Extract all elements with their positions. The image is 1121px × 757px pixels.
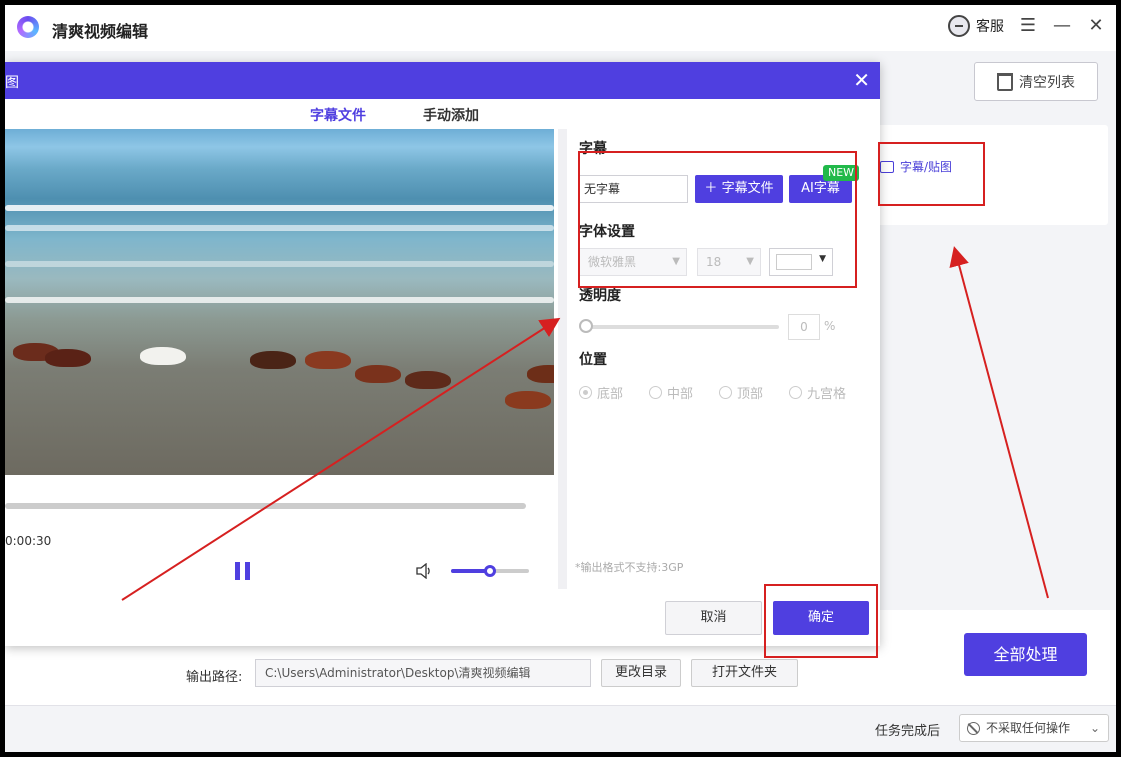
dialog-title: 图	[5, 75, 19, 91]
video-player: 0:00:30	[5, 129, 558, 589]
footer-bar	[5, 705, 1116, 752]
radio-label: 底部	[597, 387, 624, 402]
cancel-button[interactable]: 取消	[665, 601, 762, 635]
after-task-label: 任务完成后	[875, 724, 941, 739]
annotation-box-subtitle-settings	[578, 151, 857, 288]
clear-list-label: 清空列表	[1019, 74, 1075, 91]
output-path-label: 输出路径:	[186, 670, 243, 685]
tab-subtitle-file[interactable]: 字幕文件	[310, 105, 366, 125]
minimize-icon[interactable]: —	[1052, 16, 1072, 36]
trash-icon	[997, 72, 1013, 91]
process-all-button[interactable]: 全部处理	[964, 633, 1087, 676]
opacity-slider[interactable]	[585, 325, 779, 329]
radio-icon	[579, 386, 592, 399]
subtitle-dialog: 图 ✕ 字幕文件 手动添加 0:00:30 字幕 无字幕 ＋ 字幕文件 AI字幕…	[5, 62, 880, 646]
after-task-select[interactable]: 不采取任何操作 ⌄	[959, 714, 1109, 742]
opacity-section-title: 透明度	[579, 288, 621, 304]
playback-time: 0:00:30	[5, 534, 52, 548]
close-icon[interactable]: ✕	[1086, 16, 1106, 36]
output-path-field[interactable]: C:\Users\Administrator\Desktop\清爽视频编辑	[255, 659, 591, 687]
volume-icon[interactable]	[415, 563, 433, 579]
opacity-input[interactable]: 0	[788, 314, 820, 340]
playback-progress-bar[interactable]	[5, 503, 526, 509]
radio-label: 中部	[667, 387, 694, 402]
position-radio-grid[interactable]: 九宫格	[789, 383, 846, 402]
change-directory-button[interactable]: 更改目录	[601, 659, 681, 687]
menu-icon[interactable]: ☰	[1018, 16, 1038, 36]
radio-icon	[649, 386, 662, 399]
position-radio-middle[interactable]: 中部	[649, 383, 693, 402]
dialog-close-icon[interactable]: ✕	[853, 68, 870, 92]
annotation-box-subtitle-link	[878, 142, 985, 206]
radio-label: 顶部	[737, 387, 764, 402]
position-radio-bottom[interactable]: 底部	[579, 383, 623, 402]
panel-divider	[558, 129, 567, 589]
clear-list-button[interactable]: 清空列表	[974, 62, 1098, 101]
radio-icon	[789, 386, 802, 399]
chevron-down-icon: ⌄	[1089, 721, 1100, 735]
video-preview	[5, 129, 554, 475]
format-note: *输出格式不支持:3GP	[575, 561, 684, 574]
position-section-title: 位置	[579, 352, 607, 368]
ban-icon	[967, 722, 980, 735]
app-logo-icon	[17, 16, 39, 38]
annotation-box-confirm	[764, 584, 878, 658]
opacity-knob[interactable]	[579, 319, 593, 333]
app-title: 清爽视频编辑	[52, 22, 149, 41]
volume-knob[interactable]	[484, 565, 496, 577]
radio-label: 九宫格	[807, 387, 847, 402]
position-radio-top[interactable]: 顶部	[719, 383, 763, 402]
customer-service-label[interactable]: 客服	[976, 16, 1004, 36]
dialog-header: 图 ✕	[5, 62, 880, 99]
open-folder-button[interactable]: 打开文件夹	[691, 659, 798, 687]
volume-slider[interactable]	[451, 565, 529, 577]
opacity-unit: %	[824, 319, 836, 333]
pause-icon[interactable]	[234, 562, 252, 580]
radio-icon	[719, 386, 732, 399]
dialog-tabs: 字幕文件 手动添加	[5, 99, 880, 129]
after-task-value: 不采取任何操作	[986, 721, 1071, 735]
tab-manual-add[interactable]: 手动添加	[423, 105, 479, 125]
title-bar: 清爽视频编辑 客服 ☰ — ✕	[5, 5, 1116, 51]
customer-service-icon[interactable]	[948, 15, 970, 37]
